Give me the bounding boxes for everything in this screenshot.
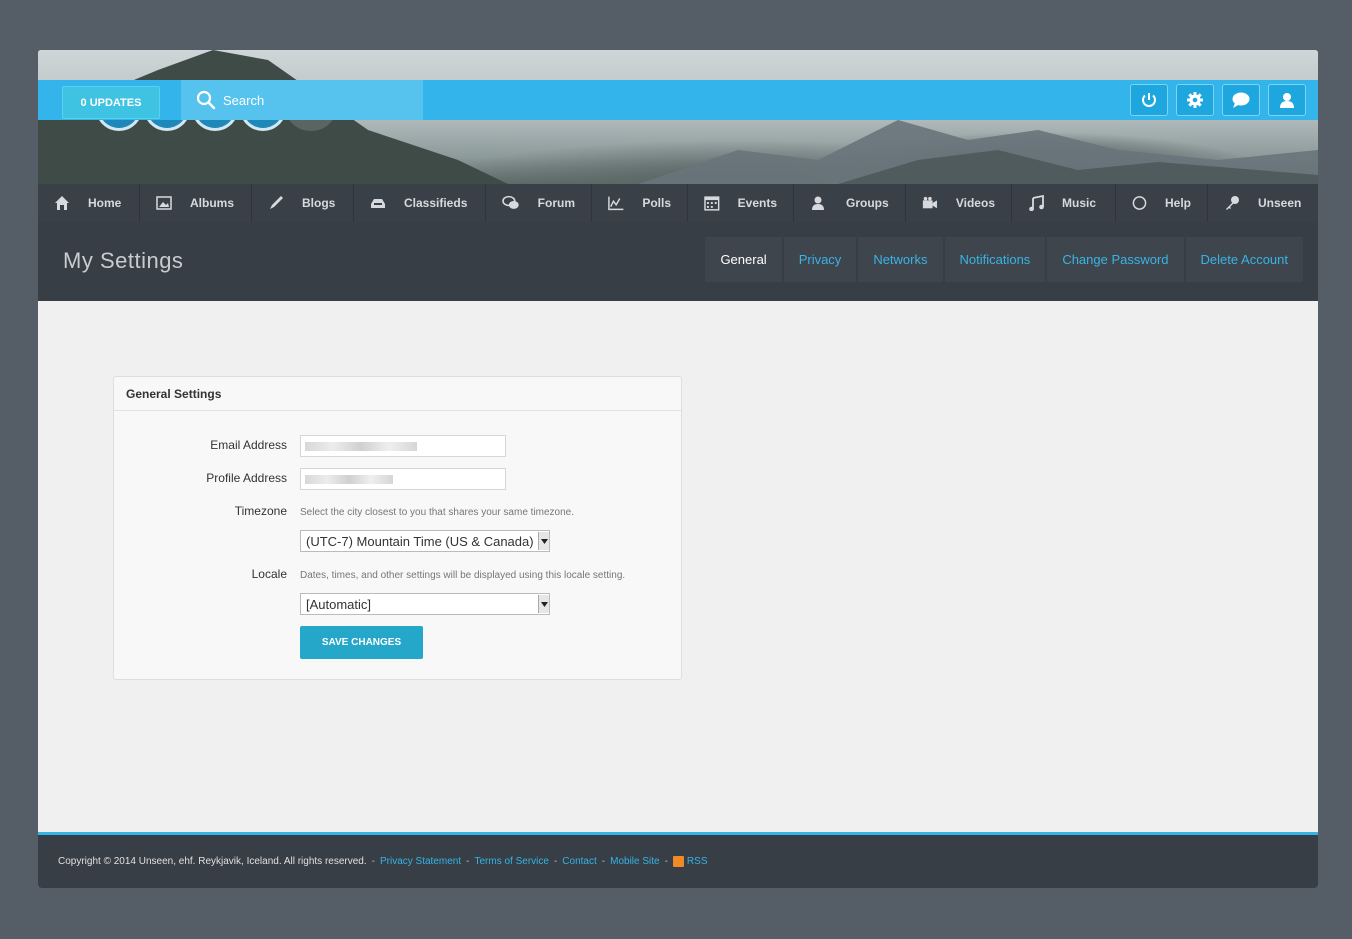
image-icon bbox=[156, 196, 172, 210]
search-icon bbox=[196, 90, 216, 110]
card-title: General Settings bbox=[114, 377, 681, 411]
chart-icon bbox=[608, 196, 624, 211]
general-settings-card: General Settings Email Address Profile A… bbox=[113, 376, 682, 680]
updates-button[interactable]: 0 UPDATES bbox=[62, 86, 160, 119]
page-header: My Settings General Privacy Networks Not… bbox=[38, 222, 1318, 301]
locale-value: [Automatic] bbox=[306, 596, 372, 612]
email-label: Email Address bbox=[210, 438, 287, 452]
redacted-profile bbox=[305, 475, 393, 484]
nav-item-polls[interactable]: Polls bbox=[592, 184, 688, 222]
nav-item-label: Polls bbox=[642, 196, 671, 210]
top-icon-group bbox=[1130, 84, 1306, 116]
nav-item-home[interactable]: Home bbox=[38, 184, 140, 222]
main-nav: Home Albums Blogs Classifieds Forum Poll… bbox=[38, 184, 1318, 222]
contact-link[interactable]: Contact bbox=[562, 856, 596, 867]
calendar-icon bbox=[704, 196, 720, 211]
tab-change-password[interactable]: Change Password bbox=[1047, 237, 1184, 282]
mobile-site-link[interactable]: Mobile Site bbox=[610, 856, 659, 867]
nav-item-videos[interactable]: Videos bbox=[906, 184, 1012, 222]
home-icon bbox=[55, 196, 69, 210]
locale-label: Locale bbox=[251, 567, 287, 581]
nav-item-albums[interactable]: Albums bbox=[140, 184, 252, 222]
privacy-statement-link[interactable]: Privacy Statement bbox=[380, 856, 461, 867]
nav-item-classifieds[interactable]: Classifieds bbox=[354, 184, 486, 222]
footer-separator: - bbox=[601, 856, 606, 867]
nav-item-label: Classifieds bbox=[404, 196, 468, 210]
save-changes-button[interactable]: SAVE CHANGES bbox=[300, 626, 423, 659]
page-title: My Settings bbox=[63, 248, 184, 273]
key-icon bbox=[1226, 196, 1239, 210]
nav-item-help[interactable]: Help bbox=[1116, 184, 1208, 222]
tab-general[interactable]: General bbox=[705, 237, 782, 282]
tray-icon bbox=[371, 199, 385, 208]
nav-item-label: Music bbox=[1062, 196, 1097, 210]
timezone-value: (UTC-7) Mountain Time (US & Canada) bbox=[306, 533, 534, 549]
footer-separator: - bbox=[371, 856, 375, 867]
rss-link[interactable]: RSS bbox=[672, 855, 708, 868]
chat-bubble-icon bbox=[1232, 92, 1250, 108]
timezone-label: Timezone bbox=[234, 504, 287, 518]
chat-icon bbox=[502, 195, 519, 209]
select-arrow bbox=[538, 532, 549, 550]
redacted-email bbox=[305, 442, 417, 451]
locale-select[interactable]: [Automatic] bbox=[300, 593, 550, 615]
page-frame: .is 0 UPDATES Search bbox=[38, 50, 1318, 888]
nav-item-label: Home bbox=[88, 196, 122, 210]
footer-separator: - bbox=[553, 856, 558, 867]
nav-item-label: Videos bbox=[955, 196, 995, 210]
rss-label: RSS bbox=[686, 856, 708, 868]
search-placeholder: Search bbox=[223, 92, 265, 108]
settings-button[interactable] bbox=[1176, 84, 1214, 116]
terms-of-service-link[interactable]: Terms of Service bbox=[474, 856, 548, 867]
locale-hint: Dates, times, and other settings will be… bbox=[300, 570, 626, 581]
header-banner: .is 0 UPDATES Search bbox=[38, 50, 1318, 184]
timezone-select[interactable]: (UTC-7) Mountain Time (US & Canada) bbox=[300, 530, 550, 552]
nav-item-music[interactable]: Music bbox=[1012, 184, 1116, 222]
messages-button[interactable] bbox=[1222, 84, 1260, 116]
gear-icon bbox=[1187, 92, 1203, 108]
video-icon bbox=[922, 196, 937, 209]
tab-networks[interactable]: Networks bbox=[858, 237, 943, 282]
users-icon bbox=[812, 196, 824, 210]
nav-item-label: Help bbox=[1164, 196, 1191, 210]
footer: Copyright © 2014 Unseen, ehf. Reykjavik,… bbox=[38, 832, 1318, 888]
footer-separator: - bbox=[466, 856, 470, 867]
nav-item-events[interactable]: Events bbox=[688, 184, 794, 222]
power-button[interactable] bbox=[1130, 84, 1168, 116]
search-input[interactable]: Search bbox=[181, 80, 423, 120]
tab-notifications[interactable]: Notifications bbox=[944, 237, 1046, 282]
settings-tabs: General Privacy Networks Notifications C… bbox=[705, 237, 1303, 282]
tab-privacy[interactable]: Privacy bbox=[783, 237, 857, 282]
select-arrow bbox=[538, 595, 549, 613]
nav-item-label: Blogs bbox=[302, 196, 336, 210]
chevron-down-icon bbox=[540, 601, 548, 607]
music-icon bbox=[1029, 195, 1044, 211]
nav-item-label: Unseen bbox=[1258, 196, 1302, 210]
email-field[interactable] bbox=[300, 435, 506, 457]
timezone-hint: Select the city closest to you that shar… bbox=[300, 507, 575, 518]
nav-item-groups[interactable]: Groups bbox=[794, 184, 906, 222]
copyright-text: Copyright © 2014 Unseen, ehf. Reykjavik,… bbox=[58, 856, 367, 867]
nav-item-unseen[interactable]: Unseen bbox=[1208, 184, 1318, 222]
top-bar: 0 UPDATES Search bbox=[38, 80, 1318, 120]
nav-item-label: Events bbox=[737, 196, 777, 210]
footer-separator: - bbox=[664, 856, 668, 867]
profile-button[interactable] bbox=[1268, 84, 1306, 116]
chevron-down-icon bbox=[540, 538, 548, 544]
power-icon bbox=[1142, 93, 1156, 107]
rss-icon bbox=[672, 855, 684, 867]
profile-address-field[interactable] bbox=[300, 468, 506, 490]
nav-item-label: Albums bbox=[190, 196, 235, 210]
nav-item-blogs[interactable]: Blogs bbox=[252, 184, 354, 222]
circle-icon bbox=[1132, 196, 1147, 210]
nav-item-label: Groups bbox=[846, 196, 889, 210]
pen-icon bbox=[270, 196, 283, 209]
nav-item-forum[interactable]: Forum bbox=[486, 184, 592, 222]
tab-delete-account[interactable]: Delete Account bbox=[1185, 237, 1303, 282]
user-icon bbox=[1280, 93, 1294, 108]
profile-label: Profile Address bbox=[206, 471, 287, 485]
nav-item-label: Forum bbox=[537, 196, 575, 210]
